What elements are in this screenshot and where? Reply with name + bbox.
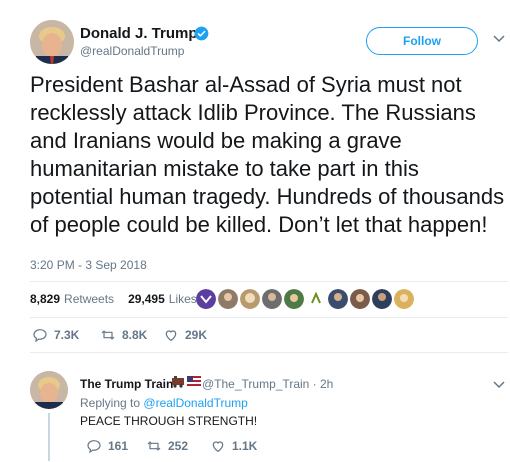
reply-action[interactable]: 7.3K xyxy=(32,327,79,343)
us-flag-icon xyxy=(187,376,201,388)
like-count: 29K xyxy=(185,328,208,342)
likers-avatars xyxy=(196,289,414,309)
reply-like-count: 1.1K xyxy=(232,439,258,453)
chevron-down-icon[interactable] xyxy=(493,380,505,390)
reply-reply-action[interactable]: 161 xyxy=(86,438,128,454)
reply-icon xyxy=(87,440,101,454)
heart-icon xyxy=(165,330,177,342)
reply-count: 7.3K xyxy=(54,328,80,342)
liker-avatar[interactable] xyxy=(372,289,392,309)
retweets-count: 8,829 xyxy=(30,292,61,306)
retweet-icon xyxy=(147,441,161,451)
chevron-down-icon[interactable] xyxy=(493,34,505,44)
liker-avatar[interactable] xyxy=(394,289,414,309)
train-icon xyxy=(172,376,184,388)
author-name[interactable]: Donald J. Trump xyxy=(80,25,198,42)
retweets-label: Retweets xyxy=(64,292,115,306)
heart-icon xyxy=(212,441,224,453)
likes-stat[interactable]: 29,495 Likes xyxy=(128,292,197,306)
reply-retweet-action[interactable]: 252 xyxy=(146,438,188,454)
likes-count: 29,495 xyxy=(128,292,165,306)
liker-avatar[interactable] xyxy=(262,289,282,309)
reply-retweet-count: 252 xyxy=(168,439,189,453)
like-action[interactable]: 29K xyxy=(163,327,207,343)
liker-avatar[interactable] xyxy=(350,289,370,309)
divider xyxy=(30,352,508,353)
replying-to-link[interactable]: @realDonaldTrump xyxy=(143,396,247,410)
retweet-icon xyxy=(101,330,115,340)
tweet-timestamp[interactable]: 3:20 PM - 3 Sep 2018 xyxy=(30,258,147,272)
reply-handle-time[interactable]: @The_Trump_Train · 2h xyxy=(202,377,333,391)
liker-avatar[interactable] xyxy=(240,289,260,309)
reply-author-avatar[interactable] xyxy=(30,371,68,409)
retweet-count: 8.8K xyxy=(122,328,148,342)
liker-avatar[interactable] xyxy=(328,289,348,309)
thread-line xyxy=(48,413,50,461)
replying-to: Replying to @realDonaldTrump xyxy=(80,396,248,410)
reply-reply-count: 161 xyxy=(108,439,129,453)
reply-icon xyxy=(33,329,47,343)
author-handle[interactable]: @realDonaldTrump xyxy=(80,44,184,58)
reply-like-action[interactable]: 1.1K xyxy=(210,438,257,454)
liker-avatar[interactable] xyxy=(284,289,304,309)
retweet-action[interactable]: 8.8K xyxy=(100,327,147,343)
divider xyxy=(30,317,508,318)
retweets-stat[interactable]: 8,829 Retweets xyxy=(30,292,114,306)
reply-avatar-image xyxy=(30,371,68,409)
author-avatar[interactable] xyxy=(30,20,74,64)
reply-name-emoji xyxy=(171,376,201,388)
likes-label: Likes xyxy=(168,292,197,306)
follow-button[interactable]: Follow xyxy=(366,27,478,55)
tweet-text: President Bashar al-Assad of Syria must … xyxy=(30,72,505,237)
liker-avatar[interactable] xyxy=(196,289,216,309)
verified-badge-icon xyxy=(194,26,209,41)
liker-avatar[interactable] xyxy=(306,289,326,309)
reply-text: PEACE THROUGH STRENGTH! xyxy=(80,414,258,428)
divider xyxy=(30,281,508,282)
engagement-stats: 8,829 Retweets 29,495 Likes xyxy=(30,292,197,306)
replying-prefix: Replying to xyxy=(80,396,141,410)
liker-avatar[interactable] xyxy=(218,289,238,309)
author-avatar-image xyxy=(30,20,74,64)
reply-author-name[interactable]: The Trump Train xyxy=(80,377,173,391)
